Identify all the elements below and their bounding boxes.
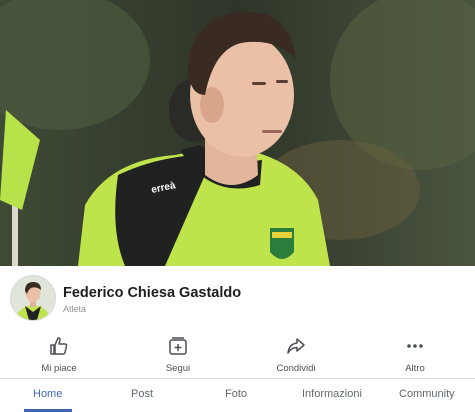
tab-home[interactable]: Home — [33, 388, 62, 400]
follow-button-label: Segui — [165, 363, 191, 374]
thumbs-up-icon — [14, 336, 104, 356]
more-button-label: Altro — [405, 363, 425, 374]
more-button[interactable]: Altro — [370, 336, 460, 374]
like-button[interactable]: Mi piace — [14, 336, 104, 374]
like-button-label: Mi piace — [41, 363, 77, 374]
tab-informazioni[interactable]: Informazioni — [302, 388, 362, 400]
page-title: Federico Chiesa Gastaldo — [63, 285, 242, 301]
tab-community[interactable]: Community — [399, 388, 455, 400]
tab-post[interactable]: Post — [131, 388, 153, 400]
share-button-label: Condividi — [276, 363, 316, 374]
follow-button[interactable]: Segui — [133, 336, 223, 374]
tab-foto[interactable]: Foto — [225, 388, 247, 400]
cover-photo-image: erreà — [0, 0, 475, 266]
cover-photo[interactable]: erreà — [0, 0, 475, 266]
profile-header: Federico Chiesa Gastaldo Atleta — [0, 266, 475, 328]
page-category: Atleta — [63, 304, 87, 314]
share-icon — [251, 336, 341, 356]
tab-bar: Home Post Foto Informazioni Community — [0, 379, 475, 412]
avatar-image — [11, 276, 55, 320]
more-icon — [370, 336, 460, 356]
follow-icon — [133, 336, 223, 356]
avatar[interactable] — [10, 275, 56, 321]
action-bar: Mi piace Segui Condividi Altro — [0, 328, 475, 379]
share-button[interactable]: Condividi — [251, 336, 341, 374]
